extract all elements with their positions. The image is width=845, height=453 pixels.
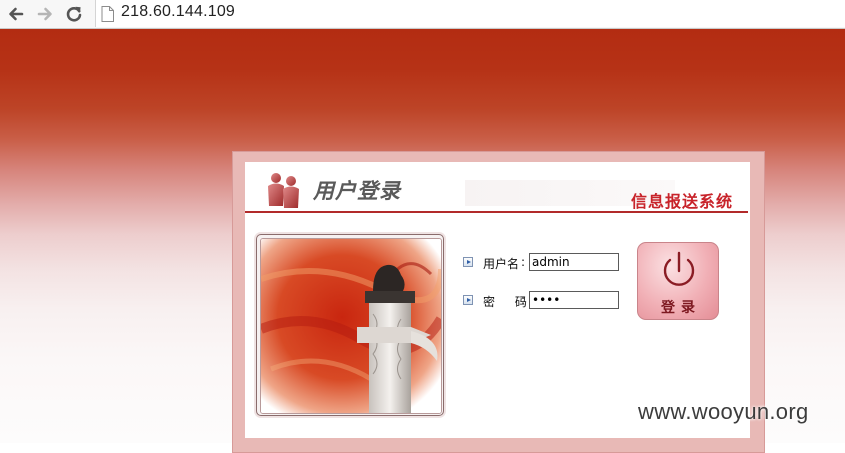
reload-button[interactable] xyxy=(64,4,84,24)
login-button[interactable]: 登录 xyxy=(637,242,719,320)
watermark: www.wooyun.org xyxy=(638,399,809,424)
bullet-arrow-icon xyxy=(463,295,473,305)
users-icon xyxy=(268,173,299,208)
arrow-left-icon xyxy=(9,7,24,21)
browser-toolbar: 218.60.144.109 xyxy=(0,0,845,29)
address-bar[interactable]: 218.60.144.109 xyxy=(95,0,845,27)
url-text[interactable]: 218.60.144.109 xyxy=(121,3,235,21)
password-label: 密 码 xyxy=(483,295,535,309)
password-colon: : xyxy=(521,293,526,307)
system-name: 信息报送系统 xyxy=(631,192,734,211)
forward-button[interactable] xyxy=(35,4,55,24)
arrow-right-icon xyxy=(37,7,52,21)
bullet-arrow-icon xyxy=(463,257,473,267)
back-button[interactable] xyxy=(6,4,26,24)
document-icon xyxy=(101,6,114,22)
login-button-label: 登录 xyxy=(661,300,701,316)
password-input[interactable]: •••• xyxy=(529,291,619,309)
photo-frame xyxy=(256,234,444,416)
username-input[interactable] xyxy=(529,253,619,271)
page-background: 用户登录 信息报送系统 用户名: admin 密 码: •••• 登录 xyxy=(0,29,845,453)
username-colon: : xyxy=(521,255,526,269)
monument-image xyxy=(260,238,442,414)
header-divider xyxy=(245,211,748,213)
login-title: 用户登录 xyxy=(313,179,401,203)
power-icon xyxy=(663,251,695,286)
reload-icon xyxy=(66,6,82,22)
login-panel: 用户登录 信息报送系统 用户名: admin 密 码: •••• 登录 xyxy=(245,162,750,438)
username-label: 用户名 xyxy=(483,257,520,271)
